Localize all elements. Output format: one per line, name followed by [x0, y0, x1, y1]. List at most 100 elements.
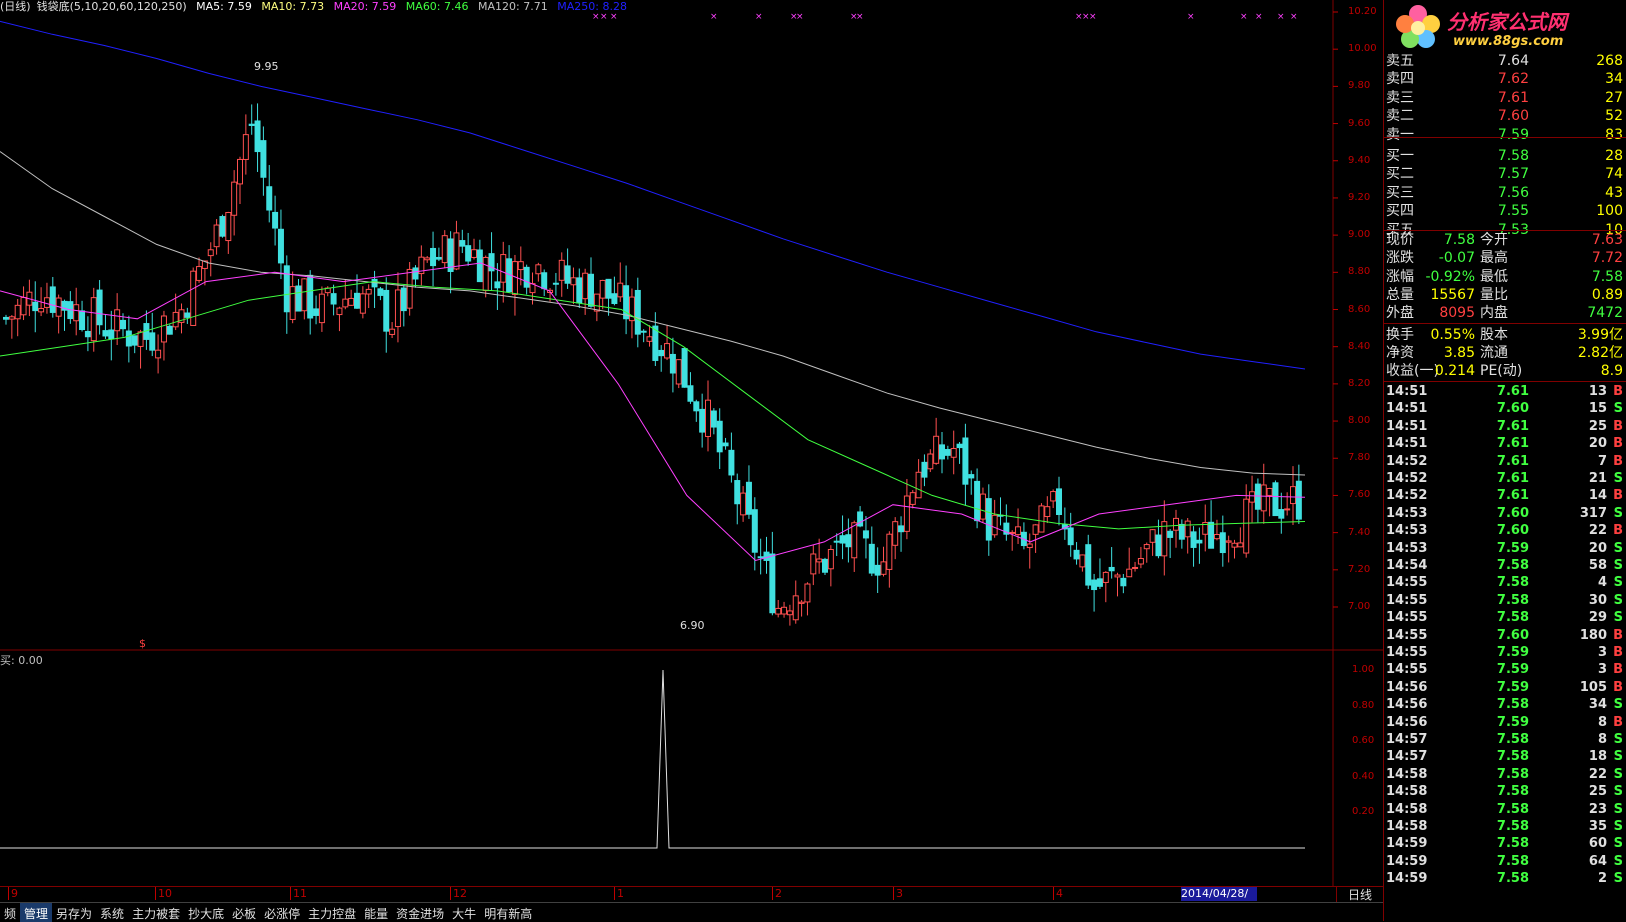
formula-tab[interactable]: 必涨停 [260, 903, 304, 922]
tick-row: 14:56 7.58 34 S [1384, 696, 1626, 714]
quote-value: 7472 [1587, 305, 1623, 322]
quote-row: 涨跌 -0.07 最高 7.72 [1384, 249, 1626, 268]
formula-tab[interactable]: 能量 [360, 903, 392, 922]
candle-up [880, 561, 887, 575]
candle-up [155, 349, 162, 359]
signal-cross-marker: × [600, 12, 608, 22]
formula-tab[interactable]: 大牛 [448, 903, 480, 922]
tick-volume: 22 [1588, 523, 1607, 539]
candle-up [406, 268, 413, 309]
tick-time: 14:51 [1386, 418, 1428, 434]
candle-down [658, 349, 665, 357]
candle-up [1102, 571, 1109, 583]
tick-side: S [1613, 784, 1623, 800]
high-annotation: 9.95 [254, 60, 279, 73]
candle-up [1290, 486, 1296, 505]
tick-price: 7.58 [1496, 819, 1529, 834]
formula-tab[interactable]: 频 [0, 903, 20, 922]
tick-price: 7.59 [1496, 679, 1529, 695]
tick-volume: 34 [1588, 697, 1607, 713]
order-book-row: 卖四 7.62 34 [1384, 70, 1626, 89]
tick-volume: 8 [1597, 714, 1607, 730]
signal-cross-marker: × [1089, 12, 1097, 22]
quote-label: 涨跌 [1386, 250, 1414, 267]
formula-tab[interactable]: 资金进场 [392, 903, 448, 922]
candle-up [359, 293, 366, 314]
candle-up [441, 235, 448, 264]
candle-up [172, 311, 179, 328]
candle-up [14, 304, 21, 320]
quote-value: 7.58 [1591, 268, 1623, 285]
candle-up [73, 304, 80, 322]
formula-tab[interactable]: 主力控盘 [304, 903, 360, 922]
candle-down [330, 293, 337, 305]
tick-price: 7.61 [1496, 418, 1529, 434]
candle-up [8, 316, 15, 320]
candle-down [588, 273, 594, 307]
quote-panel: 卖五 7.64 268 卖四 7.62 34 卖三 7.61 27 卖二 7.60 52 卖一 7.59 8… [1383, 0, 1626, 921]
tick-row: 14:55 7.59 3 B [1384, 661, 1626, 679]
order-price: 7.58 [1497, 148, 1529, 164]
candle-down [1254, 483, 1261, 510]
formula-tab[interactable]: 系统 [96, 903, 128, 922]
tick-row: 14:58 7.58 22 S [1384, 766, 1626, 784]
formula-tab[interactable]: 抄大底 [184, 903, 228, 922]
quote-value: 0.89 [1591, 286, 1623, 303]
candle-down [751, 509, 758, 553]
candle-up [38, 308, 45, 313]
kline-chart-area[interactable]: (日线) 钱袋底(5,10,20,60,120,250) MA5: 7.59 MA… [0, 0, 1383, 922]
signal-cross-marker: × [710, 12, 718, 22]
tick-time: 14:59 [1386, 871, 1428, 887]
logo-title: 分析家公式网 [1447, 10, 1567, 34]
quote-row: 净资 3.85 流通 2.82亿 [1384, 344, 1626, 363]
price-chart[interactable]: × × × × × ×× ×× × × × × × × × × [0, 0, 1383, 921]
quote-label: 股本 [1480, 326, 1508, 343]
tick-time: 14:59 [1386, 836, 1428, 852]
candle-down [1167, 530, 1174, 538]
date-marker: 2014/04/28/一 [1181, 887, 1257, 914]
candle-up [1126, 568, 1133, 578]
formula-tab[interactable]: 必板 [228, 903, 260, 922]
tick-side: S [1613, 540, 1623, 556]
candle-down [354, 292, 360, 309]
tick-price: 7.58 [1496, 853, 1529, 869]
signal-cross-marker: × [1277, 12, 1285, 22]
quote-label: PE(动) [1480, 363, 1523, 380]
candle-down [1196, 539, 1203, 544]
candle-down [745, 481, 752, 515]
order-price: 7.64 [1497, 53, 1529, 69]
candle-down [523, 266, 530, 288]
candle-up [593, 293, 600, 312]
tick-row: 14:55 7.58 30 S [1384, 592, 1626, 610]
tick-side: B [1613, 384, 1623, 399]
candle-up [1231, 542, 1238, 548]
order-level-label: 买三 [1386, 184, 1414, 201]
tick-price: 7.60 [1496, 505, 1529, 521]
order-book-row: 买二 7.57 74 [1384, 165, 1626, 184]
formula-tab[interactable]: 主力被套 [128, 903, 184, 922]
order-level-label: 卖二 [1386, 108, 1414, 125]
tick-side: S [1613, 471, 1623, 486]
formula-tab[interactable]: 明有新高 [480, 903, 536, 922]
candle-down [862, 530, 869, 539]
candle-up [213, 224, 220, 248]
candle-up [1114, 574, 1121, 578]
candle-down [313, 308, 320, 316]
quote-value: 2.82亿 [1577, 344, 1623, 361]
tick-row: 14:58 7.58 25 S [1384, 783, 1626, 801]
candle-up [453, 232, 460, 270]
formula-tab[interactable]: 另存为 [52, 903, 96, 922]
candle-up [1237, 542, 1244, 548]
formula-tab[interactable]: 管理 [20, 903, 53, 922]
order-book-row: 卖五 7.64 268 [1384, 52, 1626, 71]
candle-down [757, 556, 764, 559]
quote-label: 净资 [1386, 344, 1414, 361]
candle-down [611, 293, 618, 305]
candle-down [131, 335, 138, 346]
tick-side: S [1613, 871, 1623, 887]
tick-price: 7.59 [1496, 662, 1529, 678]
tick-price: 7.58 [1496, 749, 1529, 765]
candle-up [599, 279, 606, 299]
candle-up [851, 522, 858, 559]
quote-label: 最高 [1480, 250, 1508, 267]
